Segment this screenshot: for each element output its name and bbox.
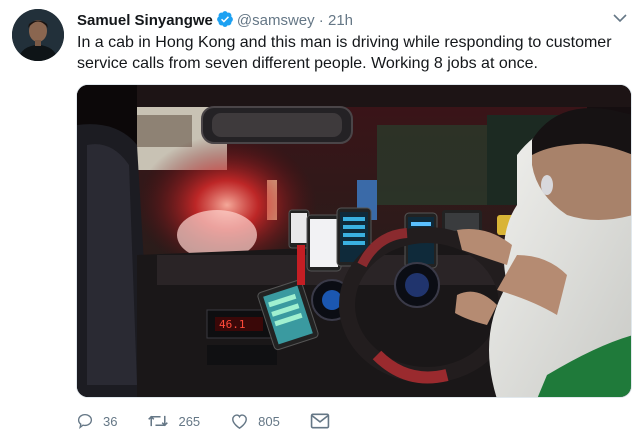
reply-icon	[77, 413, 93, 430]
tweet-timestamp[interactable]: 21h	[328, 12, 353, 29]
like-action[interactable]: 805	[230, 412, 280, 430]
retweet-icon	[148, 415, 169, 427]
svg-text:46.1: 46.1	[219, 318, 246, 331]
tweet-actions: 36 265 805	[76, 412, 369, 430]
retweet-action[interactable]: 265	[147, 412, 200, 430]
avatar-image	[12, 9, 64, 61]
tweet-card: Samuel Sinyangwe @samswey · 21h In a cab …	[0, 0, 640, 443]
reply-action[interactable]: 36	[76, 412, 117, 430]
like-count: 805	[258, 413, 280, 429]
tweet-photo[interactable]: 46.1	[76, 84, 632, 398]
tweet-header: Samuel Sinyangwe @samswey · 21h	[77, 10, 353, 33]
chevron-down-icon[interactable]	[612, 10, 628, 26]
retweet-count: 265	[178, 413, 201, 429]
tweet-text: In a cab in Hong Kong and this man is dr…	[77, 34, 612, 72]
envelope-icon	[310, 413, 330, 429]
author-name[interactable]: Samuel Sinyangwe	[77, 12, 213, 29]
heart-icon	[232, 414, 248, 429]
author-handle[interactable]: @samswey	[237, 12, 315, 29]
author-avatar[interactable]	[12, 9, 64, 61]
verified-badge-icon	[216, 10, 234, 33]
reply-count: 36	[103, 413, 118, 429]
taxi-photo-image: 46.1	[77, 85, 631, 397]
separator-dot: ·	[314, 12, 328, 29]
message-action[interactable]	[310, 413, 339, 429]
